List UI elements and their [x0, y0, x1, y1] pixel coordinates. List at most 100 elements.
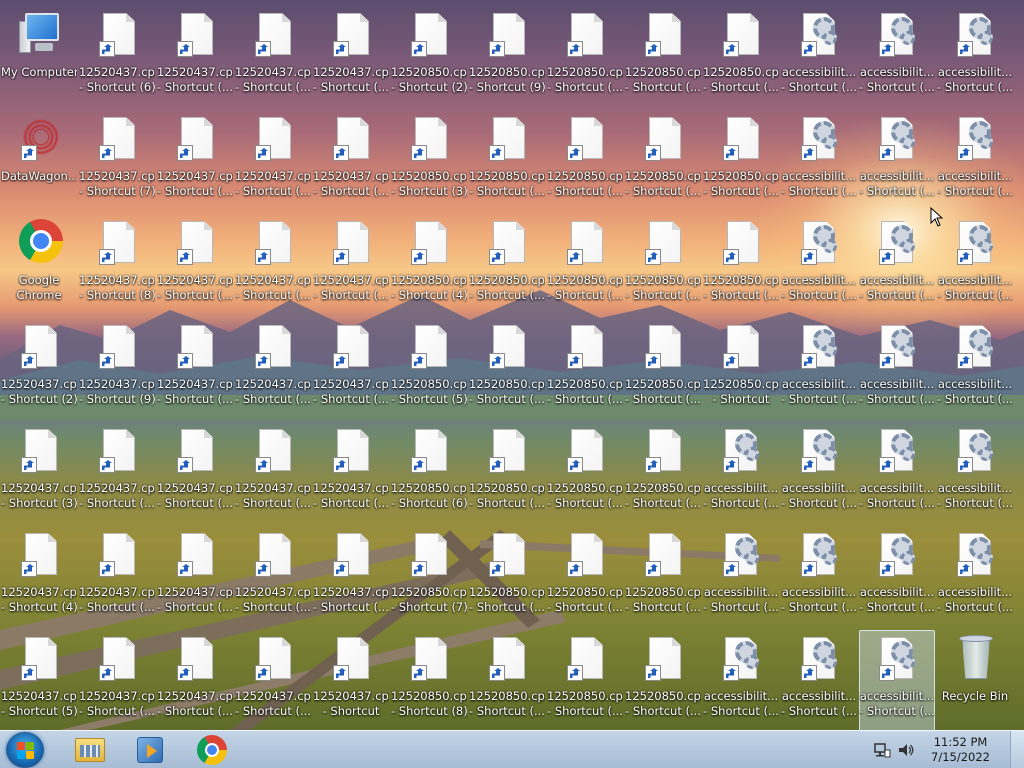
- desktop-icon[interactable]: 12520850.cpx - Shortcut (6): [391, 422, 467, 524]
- desktop-icon[interactable]: 12520850.cpx - Shortcut (...: [625, 318, 701, 420]
- desktop-icon[interactable]: 12520850.cpx - Shortcut (...: [625, 110, 701, 212]
- desktop-icon[interactable]: DataWagon...: [1, 110, 77, 212]
- desktop-icon[interactable]: accessibilit... - Shortcut (...: [859, 214, 935, 316]
- desktop-icon[interactable]: accessibilit... - Shortcut (...: [937, 526, 1013, 628]
- desktop-icon[interactable]: accessibilit... - Shortcut (...: [937, 318, 1013, 420]
- desktop-icon[interactable]: 12520437.cpx - Shortcut (...: [79, 526, 155, 628]
- desktop-icon[interactable]: 12520850.cpx - Shortcut (...: [547, 6, 623, 108]
- desktop-icon[interactable]: 12520437.cpx - Shortcut (...: [235, 526, 311, 628]
- taskbar-explorer-button[interactable]: [62, 732, 118, 768]
- desktop-icon[interactable]: 12520437.cpx - Shortcut (...: [235, 630, 311, 732]
- desktop-icon[interactable]: 12520437.cpx - Shortcut (...: [157, 214, 233, 316]
- desktop-icon[interactable]: 12520437.cpx - Shortcut (9): [79, 318, 155, 420]
- clock[interactable]: 11:52 PM 7/15/2022: [931, 735, 990, 765]
- desktop-icon[interactable]: 12520850.cpx - Shortcut (...: [547, 110, 623, 212]
- desktop-icon[interactable]: Recycle Bin: [937, 630, 1013, 732]
- desktop-icon[interactable]: accessibilit... - Shortcut (...: [781, 526, 857, 628]
- desktop-icon[interactable]: 12520437.cpx - Shortcut (...: [157, 630, 233, 732]
- desktop-icon[interactable]: 12520850.cpx - Shortcut (...: [547, 630, 623, 732]
- desktop-icon[interactable]: 12520850.cpx - Shortcut (...: [703, 214, 779, 316]
- desktop-icon[interactable]: My Computer: [1, 6, 77, 108]
- desktop-icon[interactable]: accessibilit... - Shortcut (...: [859, 526, 935, 628]
- desktop-icon[interactable]: accessibilit... - Shortcut (...: [859, 6, 935, 108]
- desktop-icon[interactable]: 12520850.cpx - Shortcut (2): [391, 6, 467, 108]
- desktop-icon[interactable]: 12520850.cpx - Shortcut (7): [391, 526, 467, 628]
- desktop-icon[interactable]: 12520850.cpx - Shortcut (...: [625, 630, 701, 732]
- show-desktop-button[interactable]: [1010, 731, 1024, 768]
- desktop-icon[interactable]: 12520437.cpx - Shortcut (...: [313, 318, 389, 420]
- desktop-icon[interactable]: 12520437.cpx - Shortcut (...: [235, 214, 311, 316]
- desktop-icon[interactable]: 12520437.cpx - Shortcut (...: [157, 318, 233, 420]
- desktop-icon[interactable]: 12520850.cpx - Shortcut (8): [391, 630, 467, 732]
- desktop-icon[interactable]: 12520437.cpx - Shortcut (4): [1, 526, 77, 628]
- desktop-icon[interactable]: 12520437.cpx - Shortcut (7): [79, 110, 155, 212]
- desktop-icon[interactable]: accessibilit... - Shortcut (...: [937, 214, 1013, 316]
- desktop-icon[interactable]: 12520850.cpx - Shortcut (...: [469, 214, 545, 316]
- desktop-icon[interactable]: accessibilit... - Shortcut (...: [781, 214, 857, 316]
- taskbar-chrome-button[interactable]: [184, 732, 240, 768]
- desktop-icon[interactable]: accessibilit... - Shortcut (...: [781, 422, 857, 524]
- desktop-icon[interactable]: 12520437.cpx - Shortcut: [313, 630, 389, 732]
- desktop-icon[interactable]: 12520850.cpx - Shortcut (...: [625, 526, 701, 628]
- desktop-icon[interactable]: accessibilit... - Shortcut (...: [781, 6, 857, 108]
- desktop-icon[interactable]: 12520850.cpx - Shortcut (4): [391, 214, 467, 316]
- start-button[interactable]: [6, 732, 44, 768]
- desktop-icon[interactable]: 12520850.cpx - Shortcut (...: [703, 6, 779, 108]
- desktop-icon[interactable]: accessibilit... - Shortcut (...: [937, 110, 1013, 212]
- desktop-icon[interactable]: accessibilit... - Shortcut (...: [859, 110, 935, 212]
- desktop-icon[interactable]: accessibilit... - Shortcut (...: [859, 422, 935, 524]
- desktop-icon[interactable]: accessibilit... - Shortcut (...: [859, 318, 935, 420]
- desktop-icon[interactable]: 12520850.cpx - Shortcut (...: [625, 214, 701, 316]
- desktop-icon[interactable]: 12520437.cpx - Shortcut (...: [235, 6, 311, 108]
- desktop-icon[interactable]: 12520437.cpx - Shortcut (8): [79, 214, 155, 316]
- desktop-icon[interactable]: 12520437.cpx - Shortcut (6): [79, 6, 155, 108]
- desktop-icon[interactable]: 12520850.cpx - Shortcut (...: [469, 630, 545, 732]
- desktop-icon[interactable]: 12520437.cpx - Shortcut (...: [79, 422, 155, 524]
- desktop-icon[interactable]: 12520437.cpx - Shortcut (...: [313, 6, 389, 108]
- desktop-icon[interactable]: 12520850.cpx - Shortcut (3): [391, 110, 467, 212]
- desktop-icon[interactable]: accessibilit... - Shortcut (...: [781, 318, 857, 420]
- desktop-icon[interactable]: 12520850.cpx - Shortcut (...: [469, 422, 545, 524]
- desktop-icon[interactable]: 12520437.cpx - Shortcut (...: [313, 526, 389, 628]
- volume-icon[interactable]: [897, 741, 915, 759]
- desktop-icon[interactable]: 12520437.cpx - Shortcut (...: [157, 6, 233, 108]
- desktop-icon[interactable]: 12520437.cpx - Shortcut (...: [157, 110, 233, 212]
- desktop-icon[interactable]: 12520850.cpx - Shortcut (...: [547, 214, 623, 316]
- desktop-icon[interactable]: 12520850.cpx - Shortcut (5): [391, 318, 467, 420]
- desktop-icon[interactable]: 12520437.cpx - Shortcut (3): [1, 422, 77, 524]
- desktop-icon[interactable]: accessibilit... - Shortcut (...: [937, 422, 1013, 524]
- desktop-icon[interactable]: 12520850.cpx - Shortcut (...: [547, 318, 623, 420]
- desktop-icon[interactable]: 12520437.cpx - Shortcut (...: [235, 422, 311, 524]
- shortcut-arrow-icon: [801, 249, 817, 265]
- desktop-icon[interactable]: 12520850.cpx - Shortcut (...: [703, 110, 779, 212]
- desktop-icon[interactable]: 12520850.cpx - Shortcut (...: [547, 422, 623, 524]
- desktop-icon[interactable]: 12520437.cpx - Shortcut (...: [313, 110, 389, 212]
- desktop-icon[interactable]: 12520850.cpx - Shortcut (...: [469, 318, 545, 420]
- taskbar-media-player-button[interactable]: [122, 732, 178, 768]
- desktop-icon[interactable]: accessibilit... - Shortcut (...: [703, 422, 779, 524]
- desktop-icon[interactable]: 12520850.cpx - Shortcut: [703, 318, 779, 420]
- desktop-icon[interactable]: accessibilit... - Shortcut (...: [859, 630, 935, 732]
- desktop-icon[interactable]: 12520437.cpx - Shortcut (...: [157, 526, 233, 628]
- desktop-icon[interactable]: 12520437.cpx - Shortcut (...: [79, 630, 155, 732]
- desktop-icon[interactable]: 12520850.cpx - Shortcut (...: [469, 526, 545, 628]
- desktop-icon[interactable]: 12520850.cpx - Shortcut (...: [469, 110, 545, 212]
- desktop-icon[interactable]: 12520437.cpx - Shortcut (...: [235, 110, 311, 212]
- desktop-icon[interactable]: accessibilit... - Shortcut (...: [703, 526, 779, 628]
- network-icon[interactable]: [873, 741, 891, 759]
- desktop-icon[interactable]: 12520850.cpx - Shortcut (...: [625, 6, 701, 108]
- desktop-icon[interactable]: 12520850.cpx - Shortcut (9): [469, 6, 545, 108]
- desktop-icon[interactable]: 12520437.cpx - Shortcut (...: [313, 422, 389, 524]
- desktop-icon[interactable]: 12520437.cpx - Shortcut (...: [157, 422, 233, 524]
- desktop-icon[interactable]: accessibilit... - Shortcut (...: [781, 630, 857, 732]
- desktop-icon[interactable]: accessibilit... - Shortcut (...: [937, 6, 1013, 108]
- desktop-icon[interactable]: accessibilit... - Shortcut (...: [703, 630, 779, 732]
- desktop-icon[interactable]: 12520437.cpx - Shortcut (2): [1, 318, 77, 420]
- desktop-icon[interactable]: Google Chrome: [1, 214, 77, 316]
- desktop-icon[interactable]: 12520850.cpx - Shortcut (...: [625, 422, 701, 524]
- desktop-icon[interactable]: 12520437.cpx - Shortcut (...: [313, 214, 389, 316]
- desktop-icon[interactable]: 12520437.cpx - Shortcut (5): [1, 630, 77, 732]
- desktop-icon[interactable]: 12520850.cpx - Shortcut (...: [547, 526, 623, 628]
- desktop-icon[interactable]: accessibilit... - Shortcut (...: [781, 110, 857, 212]
- desktop-icon[interactable]: 12520437.cpx - Shortcut (...: [235, 318, 311, 420]
